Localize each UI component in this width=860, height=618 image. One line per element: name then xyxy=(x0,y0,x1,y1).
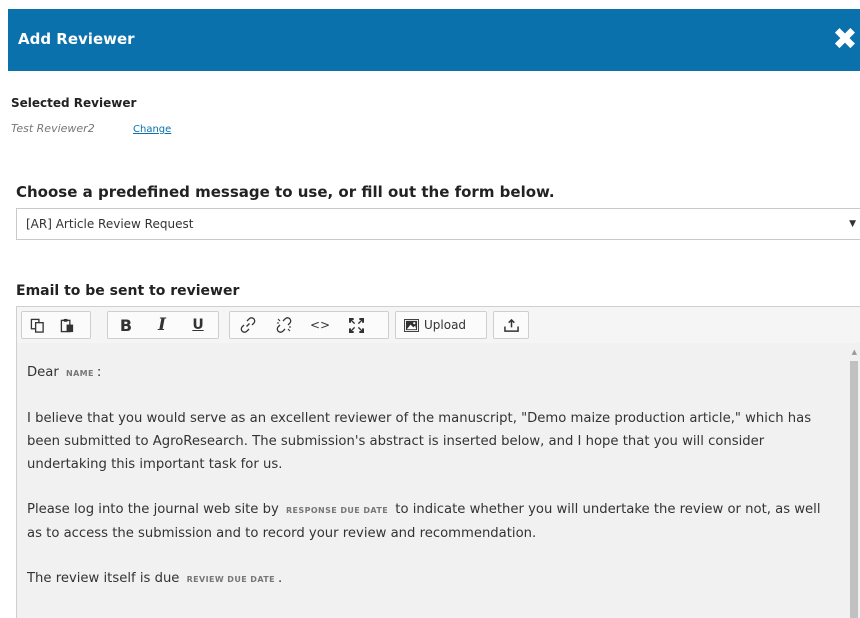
chevron-down-icon: ▼ xyxy=(849,219,856,229)
email-paragraph: I believe that you would serve as an exc… xyxy=(27,411,812,472)
dialog-header: Add Reviewer ✖ xyxy=(8,9,860,71)
scrollbar-thumb[interactable] xyxy=(850,361,858,618)
email-heading: Email to be sent to reviewer xyxy=(16,283,240,299)
review-due-date-tag: REVIEW DUE DATE xyxy=(186,575,276,584)
selected-reviewer-heading: Selected Reviewer xyxy=(11,96,137,110)
unlink-icon[interactable] xyxy=(266,312,302,338)
close-icon[interactable]: ✖ xyxy=(830,25,860,55)
paste-icon[interactable] xyxy=(52,312,82,338)
insert-group xyxy=(493,311,529,339)
editor-toolbar: B I U <> Upload xyxy=(16,306,860,344)
email-text: The review itself is due xyxy=(27,571,180,586)
name-placeholder-tag: NAME xyxy=(65,369,94,378)
email-paragraph: Dear NAME: xyxy=(27,361,827,385)
email-text: Please log into the journal web site by xyxy=(27,502,279,517)
upload-button[interactable]: Upload xyxy=(396,312,474,338)
fullscreen-icon[interactable] xyxy=(338,312,374,338)
change-reviewer-link[interactable]: Change xyxy=(133,124,171,135)
template-select[interactable]: [AR] Article Review Request ▼ xyxy=(16,208,860,240)
email-paragraph: Please log into the journal web site by … xyxy=(27,498,827,545)
copy-icon[interactable] xyxy=(22,312,52,338)
link-icon[interactable] xyxy=(230,312,266,338)
format-group: B I U xyxy=(107,311,219,339)
bold-button[interactable]: B xyxy=(108,312,144,338)
template-select-value: [AR] Article Review Request xyxy=(26,217,194,231)
clipboard-group xyxy=(21,311,91,339)
code-button[interactable]: <> xyxy=(302,312,338,338)
italic-button[interactable]: I xyxy=(144,312,180,338)
email-body: Dear NAME: I believe that you would serv… xyxy=(27,361,827,613)
email-paragraph: The review itself is due REVIEW DUE DATE… xyxy=(27,567,827,591)
selected-reviewer-name: Test Reviewer2 xyxy=(11,122,95,135)
scrollbar[interactable]: ▲ xyxy=(848,343,860,618)
link-group: <> xyxy=(229,311,389,339)
response-due-date-tag: RESPONSE DUE DATE xyxy=(286,506,389,515)
email-text: : xyxy=(96,365,102,380)
email-body-editor[interactable]: Dear NAME: I believe that you would serv… xyxy=(16,343,860,618)
scroll-up-icon[interactable]: ▲ xyxy=(852,348,857,356)
dialog-title: Add Reviewer xyxy=(18,30,135,48)
image-icon xyxy=(404,318,419,332)
email-text: Dear xyxy=(27,365,59,380)
upload-label: Upload xyxy=(424,318,467,332)
insert-icon[interactable] xyxy=(494,312,528,338)
template-heading: Choose a predefined message to use, or f… xyxy=(16,183,555,201)
upload-group: Upload xyxy=(395,311,487,339)
underline-button[interactable]: U xyxy=(180,312,216,338)
email-text: . xyxy=(278,571,283,586)
